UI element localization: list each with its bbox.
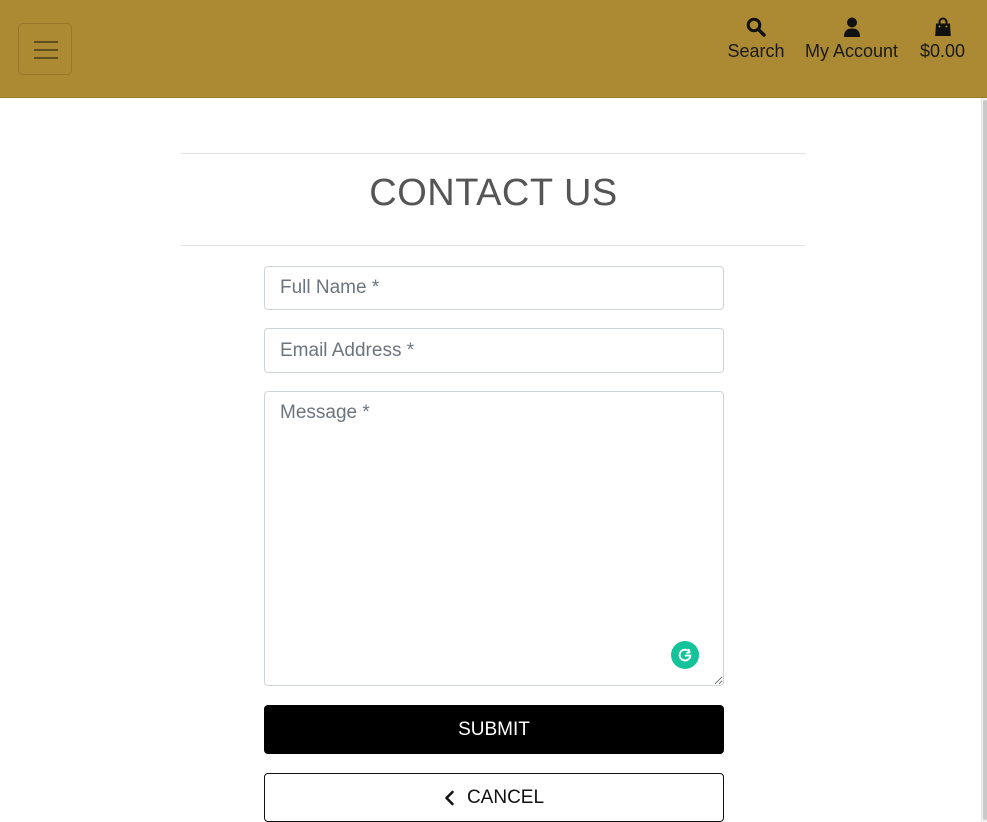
shopping-bag-icon bbox=[934, 14, 952, 40]
nav-search-link[interactable]: Search bbox=[727, 14, 785, 62]
email-input[interactable] bbox=[264, 328, 724, 373]
user-icon bbox=[843, 14, 861, 40]
nav-search-label: Search bbox=[727, 41, 785, 61]
hamburger-icon bbox=[34, 41, 58, 43]
scrollbar-thumb[interactable] bbox=[983, 100, 987, 820]
nav-bag-link[interactable]: $0.00 bbox=[918, 14, 967, 62]
title-divider-top bbox=[181, 153, 806, 154]
top-navbar: Search My Account $0.00 bbox=[0, 0, 987, 98]
cancel-label: CANCEL bbox=[466, 786, 545, 808]
submit-button[interactable]: SUBMIT bbox=[264, 705, 724, 754]
menu-toggle-button[interactable] bbox=[18, 23, 72, 75]
submit-label: SUBMIT bbox=[458, 718, 530, 740]
search-icon bbox=[746, 14, 766, 40]
chevron-left-icon bbox=[444, 790, 455, 806]
message-textarea[interactable] bbox=[264, 391, 724, 686]
page-scrollbar[interactable] bbox=[981, 98, 987, 822]
nav-account-link[interactable]: My Account bbox=[802, 14, 901, 62]
nav-account-label: My Account bbox=[804, 41, 899, 61]
page-title: CONTACT US bbox=[369, 172, 618, 214]
title-divider-bottom bbox=[181, 245, 806, 246]
bag-total-label: $0.00 bbox=[919, 41, 966, 61]
full-name-input[interactable] bbox=[264, 266, 724, 310]
cancel-button[interactable]: CANCEL bbox=[264, 773, 724, 822]
grammarly-icon[interactable] bbox=[671, 641, 699, 669]
